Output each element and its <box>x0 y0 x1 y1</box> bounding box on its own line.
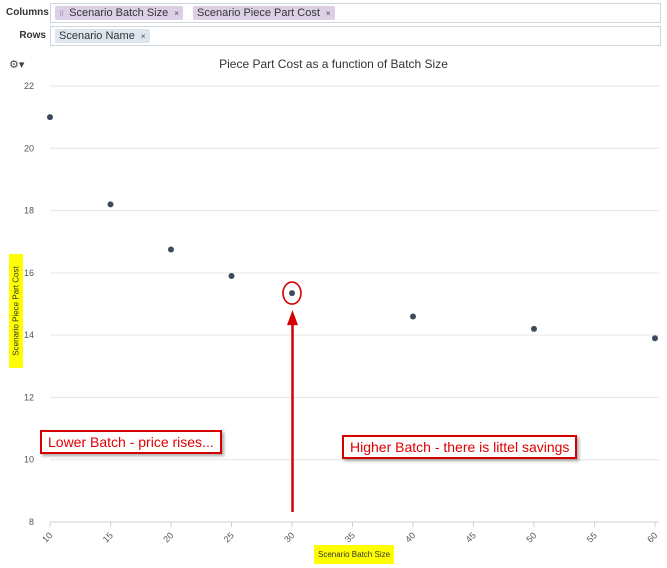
y-tick-label: 14 <box>24 330 34 340</box>
data-point[interactable] <box>47 114 53 121</box>
y-tick-label: 20 <box>24 143 34 153</box>
y-tick-label: 12 <box>24 392 34 402</box>
data-point[interactable] <box>531 325 537 332</box>
x-tick-label: 50 <box>524 530 538 544</box>
x-tick-label: 35 <box>343 530 357 544</box>
y-tick-label: 18 <box>24 206 34 216</box>
x-tick-label: 10 <box>40 530 54 544</box>
data-point[interactable] <box>289 290 295 297</box>
data-point[interactable] <box>652 335 658 342</box>
x-tick-label: 25 <box>222 530 236 544</box>
x-tick-label: 15 <box>101 530 115 544</box>
y-tick-label: 16 <box>24 268 34 278</box>
x-tick-label: 20 <box>161 530 175 544</box>
x-axis-title: Scenario Batch Size <box>314 545 395 564</box>
data-point[interactable] <box>228 272 235 279</box>
arrow-head <box>287 310 298 326</box>
scatter-chart: 8 10 12 14 16 18 20 22 10 15 20 25 30 35 40 45 50 55 60 <box>24 81 659 544</box>
data-point[interactable] <box>410 313 416 320</box>
x-tick-label: 30 <box>282 530 296 544</box>
annotation-lower-batch: Lower Batch - price rises... <box>40 430 222 454</box>
x-tick-label: 55 <box>585 530 599 544</box>
data-point[interactable] <box>168 246 174 253</box>
x-tick-label: 45 <box>464 530 478 544</box>
y-tick-label: 8 <box>29 517 34 527</box>
annotation-higher-batch: Higher Batch - there is littel savings <box>342 435 578 459</box>
x-tick-label: 40 <box>403 530 417 544</box>
y-tick-label: 22 <box>24 81 34 91</box>
y-axis-title: Scenario Piece Part Cost <box>9 254 23 368</box>
x-tick-label: 60 <box>645 530 659 544</box>
y-tick-label: 10 <box>24 455 34 465</box>
data-point[interactable] <box>107 201 114 208</box>
